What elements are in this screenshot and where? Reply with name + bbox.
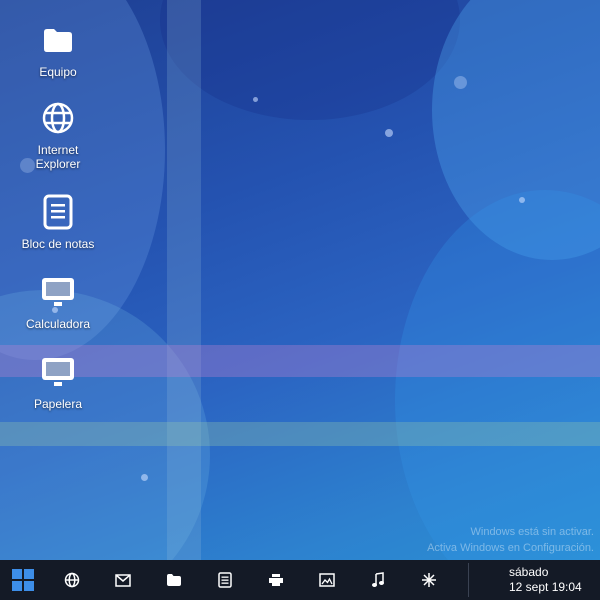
- taskbar-photos-button[interactable]: [301, 560, 352, 600]
- desktop-icon-label: Papelera: [33, 397, 83, 411]
- wallpaper-dot: [253, 97, 258, 102]
- desktop-icon-equipo[interactable]: Equipo: [10, 20, 106, 79]
- desktop-icon-label: Internet Explorer: [35, 143, 81, 171]
- activation-watermark: Windows está sin activar. Activa Windows…: [427, 524, 594, 556]
- wallpaper-dot: [454, 76, 467, 89]
- wallpaper-dot: [141, 474, 148, 481]
- globe-icon: [38, 98, 78, 138]
- desktop-icon-papelera[interactable]: Papelera: [10, 352, 106, 411]
- taskbar-browser-button[interactable]: [46, 560, 97, 600]
- music-note-icon: [371, 572, 384, 587]
- taskbar-settings-button[interactable]: [403, 560, 454, 600]
- settings-sparkle-icon: [421, 573, 436, 587]
- watermark-line: Activa Windows en Configuración.: [427, 542, 594, 554]
- clock-day: sábado: [509, 565, 549, 579]
- desktop-icon-label: Bloc de notas: [21, 237, 95, 251]
- desktop-icon-bloc-de-notas[interactable]: Bloc de notas: [10, 192, 106, 251]
- image-icon: [318, 573, 335, 587]
- taskbar-clock[interactable]: sábado 12 sept 19:04: [469, 565, 600, 595]
- desktop-icon-internet-explorer[interactable]: Internet Explorer: [10, 98, 106, 171]
- taskbar-files-button[interactable]: [148, 560, 199, 600]
- wallpaper-dot: [519, 197, 525, 203]
- folder-icon: [38, 20, 78, 60]
- taskbar-mail-button[interactable]: [97, 560, 148, 600]
- watermark-line: Windows está sin activar.: [470, 526, 595, 538]
- desktop-icon-calculadora[interactable]: Calculadora: [10, 272, 106, 331]
- printer-icon: [268, 574, 283, 586]
- mail-icon: [114, 573, 131, 587]
- taskbar-music-button[interactable]: [352, 560, 403, 600]
- wallpaper-stripe: [0, 422, 600, 446]
- taskbar: sábado 12 sept 19:04: [0, 560, 600, 600]
- folder-icon: [166, 574, 181, 586]
- monitor-icon: [38, 352, 78, 392]
- windows-start-icon: [12, 569, 34, 591]
- wallpaper-shape: [160, 0, 460, 120]
- document-icon: [217, 572, 232, 588]
- notepad-icon: [38, 192, 78, 232]
- globe-icon: [64, 572, 79, 588]
- desktop-icon-label: Equipo: [39, 65, 77, 79]
- clock-datetime: 12 sept 19:04: [509, 580, 582, 594]
- start-button[interactable]: [0, 560, 46, 600]
- desktop-icon-label: Calculadora: [25, 317, 91, 331]
- taskbar-document-button[interactable]: [199, 560, 250, 600]
- taskbar-printer-button[interactable]: [250, 560, 301, 600]
- wallpaper-dot: [385, 129, 393, 137]
- monitor-icon: [38, 272, 78, 312]
- wallpaper-stripe: [167, 0, 201, 560]
- desktop[interactable]: Equipo Internet Explorer Bloc de notas C…: [0, 0, 600, 560]
